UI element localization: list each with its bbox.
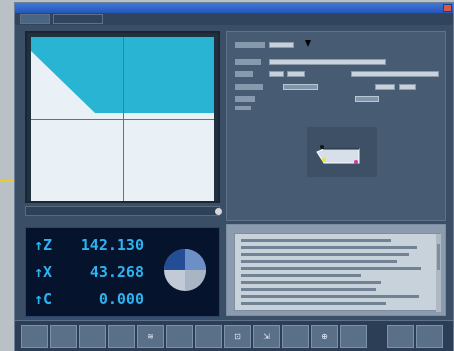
softkey-4[interactable] — [108, 325, 135, 348]
message-line — [241, 281, 381, 284]
reference-point-icon — [320, 145, 324, 149]
softkey-8[interactable]: ⊡ — [224, 325, 251, 348]
toolpath-plot — [31, 37, 214, 201]
message-panel — [226, 224, 446, 316]
tab-bar — [15, 13, 453, 25]
parameter-field[interactable] — [351, 71, 439, 77]
softkey-3[interactable] — [79, 325, 106, 348]
message-line — [241, 260, 397, 263]
softkey-12[interactable] — [340, 325, 367, 348]
parameter-field[interactable] — [287, 71, 305, 77]
main-window: ↑Z 142.130 ↑X 43.268 ↑C 0.000 ≋ ⊡ ⇲ ⊕ — [14, 2, 454, 351]
message-list[interactable] — [234, 233, 441, 312]
message-scroll-thumb[interactable] — [437, 244, 440, 270]
axis-value-z: 142.130 — [80, 236, 144, 254]
parameter-field[interactable] — [269, 42, 294, 48]
softkey-1[interactable] — [21, 325, 48, 348]
parameter-label — [235, 71, 253, 77]
mouse-pointer-icon — [305, 40, 311, 47]
axis-label-x: ↑X — [34, 263, 53, 281]
grid-line-horizontal — [31, 119, 214, 120]
softkey-bar: ≋ ⊡ ⇲ ⊕ — [15, 320, 453, 351]
tab-main[interactable] — [20, 14, 50, 24]
parameter-field[interactable] — [375, 84, 395, 90]
softkey-2[interactable] — [50, 325, 77, 348]
close-button[interactable] — [443, 4, 452, 12]
softkey-7[interactable] — [195, 325, 222, 348]
parameter-label — [235, 42, 265, 48]
parameter-label — [235, 84, 263, 90]
tool-preview — [307, 127, 377, 177]
spindle-load-gauge — [164, 249, 206, 291]
axis-value-x: 43.268 — [89, 263, 144, 281]
parameter-dropdown[interactable] — [283, 84, 318, 90]
axis-label-c: ↑C — [34, 290, 53, 308]
message-line — [241, 302, 386, 305]
parameter-label — [235, 96, 255, 102]
tab-secondary[interactable] — [53, 14, 103, 24]
softkey-6[interactable] — [166, 325, 193, 348]
message-line — [241, 274, 361, 277]
axis-label-z: ↑Z — [34, 236, 53, 254]
message-scrollbar[interactable] — [436, 234, 441, 312]
message-line — [241, 253, 409, 256]
tool-insert-diagram — [316, 148, 360, 164]
softkey-14[interactable] — [416, 325, 443, 348]
message-line — [241, 288, 376, 291]
parameter-label — [235, 59, 261, 65]
parameter-field[interactable] — [355, 96, 379, 102]
position-readout: ↑Z 142.130 ↑X 43.268 ↑C 0.000 — [25, 227, 220, 317]
softkey-10[interactable] — [282, 325, 309, 348]
softkey-11[interactable]: ⊕ — [311, 325, 338, 348]
parameter-field[interactable] — [399, 84, 416, 90]
toolpath-view[interactable] — [25, 31, 220, 203]
reference-point-icon — [354, 160, 358, 164]
softkey-5[interactable]: ≋ — [137, 325, 164, 348]
message-line — [241, 267, 421, 270]
axis-value-c: 0.000 — [98, 290, 144, 308]
title-bar — [15, 3, 453, 13]
message-line — [241, 239, 391, 242]
reference-point-icon — [322, 158, 326, 162]
plot-status-indicator — [215, 208, 222, 215]
plot-scroll-strip[interactable] — [25, 206, 220, 216]
softkey-13[interactable] — [387, 325, 414, 348]
message-line — [241, 295, 419, 298]
parameter-label — [235, 106, 251, 110]
parameter-field[interactable] — [269, 59, 386, 65]
tool-setup-panel — [226, 31, 446, 221]
message-line — [241, 246, 417, 249]
parameter-field[interactable] — [269, 71, 284, 77]
softkey-9[interactable]: ⇲ — [253, 325, 280, 348]
